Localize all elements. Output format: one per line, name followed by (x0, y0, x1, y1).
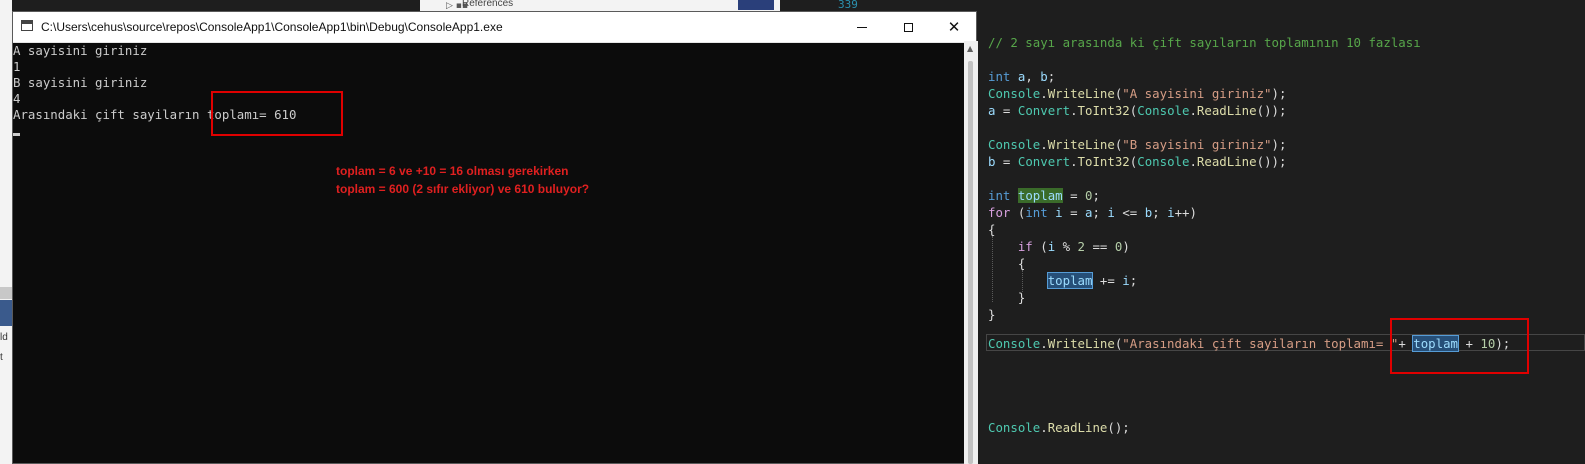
code-line: a = Convert.ToInt32(Console.ReadLine()); (988, 103, 1287, 118)
text-cursor (13, 133, 20, 136)
minimize-button[interactable] (839, 12, 885, 42)
scroll-thumb[interactable] (968, 61, 973, 464)
annotation-line: toplam = 600 (2 sıfır ekliyor) ve 610 bu… (336, 182, 590, 196)
toolbar-accent (738, 0, 774, 10)
toplam-declaration: toplam (1017, 188, 1063, 203)
code-line: int toplam = 0; (988, 188, 1100, 203)
code-line: Console.WriteLine("B sayisini giriniz"); (988, 137, 1287, 152)
line-number: 339 (838, 0, 858, 11)
solution-explorer-edge: ld t (0, 0, 12, 464)
console-window[interactable]: C:\Users\cehus\source\repos\ConsoleApp1\… (12, 11, 977, 464)
console-line: 4 (13, 91, 21, 106)
annotation-text: toplam = 6 ve +10 = 16 olması gerekirken… (336, 162, 589, 198)
minimize-icon (857, 26, 867, 28)
code-line: for (int i = a; i <= b; i++) (988, 205, 1197, 220)
console-app-icon (21, 20, 33, 31)
maximize-icon (903, 22, 913, 32)
close-button[interactable]: ✕ (931, 12, 977, 42)
scroll-up-icon[interactable]: ▲ (967, 44, 973, 53)
console-output[interactable]: A sayisini giriniz 1 B sayisini giriniz … (13, 43, 976, 463)
console-line: A sayisini giriniz (13, 43, 148, 58)
code-line: Console.ReadLine(); (988, 420, 1130, 435)
console-line: 1 (13, 59, 21, 74)
console-titlebar[interactable]: C:\Users\cehus\source\repos\ConsoleApp1\… (13, 12, 976, 43)
panel-divider (0, 287, 12, 299)
code-highlight-box (1390, 318, 1529, 374)
console-line: B sayisini giriniz (13, 75, 148, 90)
side-label: t (0, 352, 3, 363)
code-line: { (988, 256, 1026, 271)
code-line: if (i % 2 == 0) (1017, 239, 1130, 254)
result-highlight-box (211, 91, 343, 136)
code-line: int a, b; (988, 69, 1056, 84)
annotation-line: toplam = 6 ve +10 = 16 olması gerekirken (336, 164, 569, 178)
code-line: toplam += i; (1046, 272, 1138, 289)
references-item[interactable]: References (462, 0, 513, 9)
selected-tab (0, 300, 12, 326)
indent-guide (1022, 270, 1023, 292)
code-line: // 2 sayı arasında ki çift sayıların top… (988, 35, 1421, 50)
code-line: } (988, 307, 996, 322)
console-scrollbar[interactable]: ▲ (964, 41, 978, 464)
toplam-reference: toplam (1046, 272, 1094, 289)
code-editor[interactable]: // 2 sayı arasında ki çift sayıların top… (978, 12, 1585, 464)
window-title: C:\Users\cehus\source\repos\ConsoleApp1\… (41, 20, 503, 34)
close-icon: ✕ (947, 17, 961, 36)
maximize-button[interactable] (885, 12, 931, 42)
side-label: ld (0, 332, 8, 343)
code-line: Console.WriteLine("A sayisini giriniz"); (988, 86, 1287, 101)
code-line: b = Convert.ToInt32(Console.ReadLine()); (988, 154, 1287, 169)
code-line: } (988, 290, 1026, 305)
indent-guide (992, 236, 993, 302)
